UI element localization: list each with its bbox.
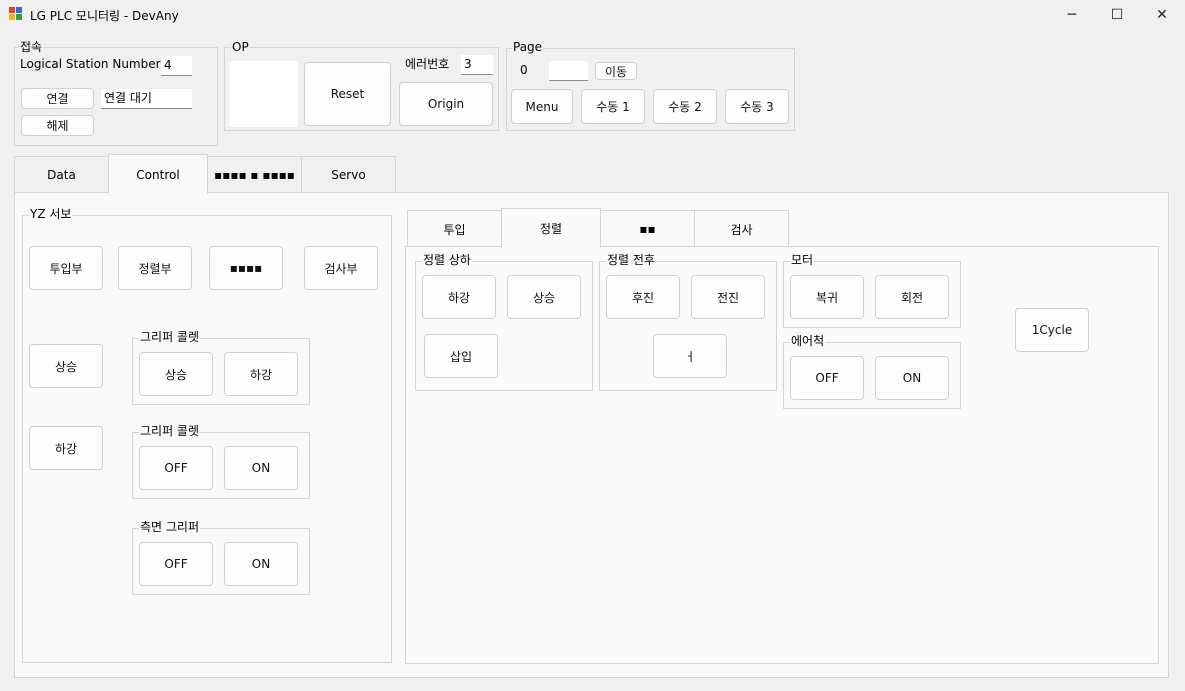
side-gripper-off-button[interactable]: OFF: [139, 542, 213, 586]
air-chuck-off-button[interactable]: OFF: [790, 356, 864, 400]
app-icon: [9, 7, 23, 21]
air-chuck-label: 에어척: [790, 334, 826, 348]
align-insert-button[interactable]: 삽입: [424, 334, 498, 378]
yz-down-button[interactable]: 하강: [29, 426, 103, 470]
connection-status-field[interactable]: 연결 대기: [101, 89, 192, 109]
page-group-label: Page: [512, 40, 544, 54]
side-gripper-on-button[interactable]: ON: [224, 542, 298, 586]
subtab-align[interactable]: 정렬: [501, 208, 601, 248]
reset-button[interactable]: Reset: [304, 62, 391, 126]
manual-3-button[interactable]: 수동 3: [725, 89, 789, 124]
station-number-input[interactable]: 4: [161, 56, 192, 76]
align-updown-label: 정렬 상하: [422, 253, 472, 267]
align-down-button[interactable]: 하강: [422, 275, 496, 319]
yz-up-button[interactable]: 상승: [29, 344, 103, 388]
one-cycle-button[interactable]: 1Cycle: [1015, 308, 1089, 352]
tab-servo[interactable]: Servo: [301, 156, 396, 193]
close-button[interactable]: ✕: [1139, 0, 1185, 30]
title-bar: LG PLC 모니터링 - DevAny ─ ☐ ✕: [0, 0, 1185, 30]
op-indicator: [229, 61, 298, 127]
align-forward-button[interactable]: 전진: [691, 275, 765, 319]
gripper-down-button[interactable]: 하강: [224, 352, 298, 396]
align-up-button[interactable]: 상승: [507, 275, 581, 319]
input-section-button[interactable]: 투입부: [29, 246, 103, 290]
air-chuck-on-button[interactable]: ON: [875, 356, 949, 400]
gripper-collet-off-button[interactable]: OFF: [139, 446, 213, 490]
manual-1-button[interactable]: 수동 1: [581, 89, 645, 124]
gripper-collet-onoff-label: 그리퍼 콜렛: [139, 424, 201, 438]
side-gripper-label: 측면 그리퍼: [139, 520, 201, 534]
align-extra-button[interactable]: ㅓ: [653, 334, 727, 378]
align-frontback-label: 정렬 전후: [606, 253, 656, 267]
origin-button[interactable]: Origin: [399, 82, 493, 126]
window-title: LG PLC 모니터링 - DevAny: [30, 9, 179, 23]
gripper-collet-on-button[interactable]: ON: [224, 446, 298, 490]
subtab-inspect[interactable]: 검사: [694, 210, 789, 247]
op-group-label: OP: [231, 40, 250, 54]
minimize-button[interactable]: ─: [1049, 0, 1095, 30]
connect-group-label: 접속: [19, 40, 44, 54]
motor-rotate-button[interactable]: 회전: [875, 275, 949, 319]
subtab-input[interactable]: 투입: [407, 210, 502, 247]
subtab-redacted[interactable]: ▪▪: [600, 210, 695, 247]
error-number-label: 에러번호: [405, 57, 450, 71]
page-input[interactable]: [549, 61, 588, 81]
redacted-section-button[interactable]: ▪▪▪▪: [209, 246, 283, 290]
connect-button[interactable]: 연결: [21, 88, 94, 109]
inspect-section-button[interactable]: 검사부: [304, 246, 378, 290]
align-backward-button[interactable]: 후진: [606, 275, 680, 319]
align-section-button[interactable]: 정렬부: [118, 246, 192, 290]
go-page-button[interactable]: 이동: [595, 62, 637, 80]
error-number-input[interactable]: 3: [461, 55, 493, 75]
tab-control[interactable]: Control: [108, 154, 208, 194]
station-label: Logical Station Number: [20, 57, 161, 71]
manual-2-button[interactable]: 수동 2: [653, 89, 717, 124]
gripper-collet-updown-label: 그리퍼 콜렛: [139, 330, 201, 344]
gripper-up-button[interactable]: 상승: [139, 352, 213, 396]
tab-redacted[interactable]: ▪▪▪▪ ▪ ▪▪▪▪: [207, 156, 302, 193]
disconnect-button[interactable]: 해제: [21, 115, 94, 136]
current-page-value: 0: [520, 63, 528, 77]
tab-data[interactable]: Data: [14, 156, 109, 193]
motor-label: 모터: [790, 253, 815, 267]
motor-return-button[interactable]: 복귀: [790, 275, 864, 319]
menu-button[interactable]: Menu: [511, 89, 573, 124]
maximize-button[interactable]: ☐: [1094, 0, 1140, 30]
yz-servo-group-label: YZ 서보: [29, 207, 73, 221]
